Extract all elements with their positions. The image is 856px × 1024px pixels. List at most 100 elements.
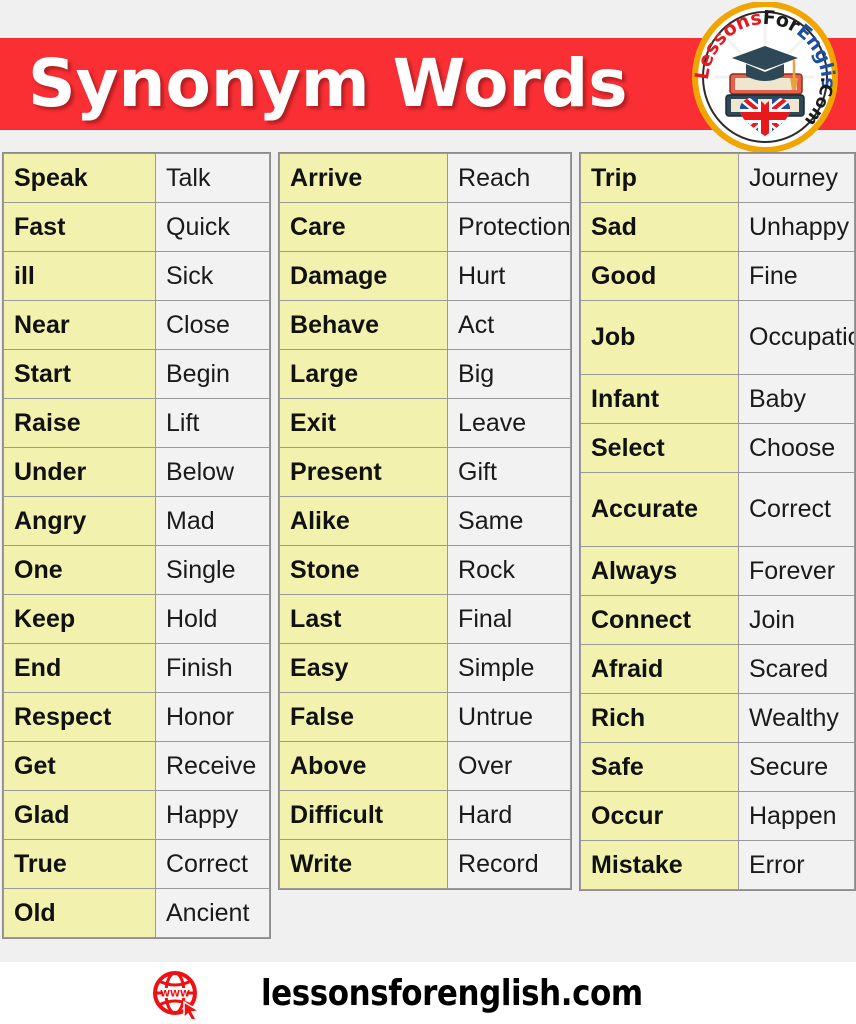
- synonym-cell: Act: [447, 300, 571, 350]
- table-row: Keep Hold: [3, 594, 271, 644]
- table-row: Accurate Correct: [580, 472, 856, 547]
- word-cell: Get: [3, 741, 156, 791]
- table-row: Respect Honor: [3, 692, 271, 742]
- synonym-cell: Correct: [154, 839, 271, 889]
- synonym-cell: Receive: [154, 741, 271, 791]
- word-cell: Mistake: [580, 840, 739, 890]
- word-cell: Exit: [279, 398, 449, 448]
- synonym-cell: Leave: [447, 398, 571, 448]
- word-cell: Select: [580, 423, 739, 473]
- table-row: Good Fine: [580, 251, 856, 301]
- word-cell: Infant: [580, 374, 739, 424]
- word-cell: Fast: [3, 202, 156, 252]
- synonym-cell: Secure: [737, 742, 856, 792]
- table-row: Rich Wealthy: [580, 693, 856, 743]
- synonym-cell: Hold: [154, 594, 271, 644]
- table-row: Infant Baby: [580, 374, 856, 424]
- synonym-column-3: Trip Journey Sad Unhappy Good Fine Job Occupati…: [579, 152, 856, 891]
- synonym-table-1: Speak Talk Fast Quick ill Sick Near Close Start B…: [3, 153, 271, 938]
- table-row: Arrive Reach: [279, 153, 571, 203]
- table-row: Above Over: [279, 741, 571, 791]
- page-title: Synonym Words: [28, 45, 628, 122]
- synonym-cell: Big: [447, 349, 571, 399]
- synonym-cell: Same: [447, 496, 571, 546]
- table-row: Mistake Error: [580, 840, 856, 890]
- table-row: Present Gift: [279, 447, 571, 497]
- word-cell: Behave: [279, 300, 449, 350]
- table-row: Alike Same: [279, 496, 571, 546]
- synonym-cell: Mad: [154, 496, 271, 546]
- table-row: Behave Act: [279, 300, 571, 350]
- table-row: Care Protection: [279, 202, 571, 252]
- svg-text:WWW: WWW: [160, 990, 190, 1000]
- word-cell: Present: [279, 447, 449, 497]
- synonym-cell: Reach: [447, 153, 571, 203]
- word-cell: Large: [279, 349, 449, 399]
- word-cell: Keep: [3, 594, 156, 644]
- word-cell: Afraid: [580, 644, 739, 694]
- table-row: Last Final: [279, 594, 571, 644]
- word-cell: Raise: [3, 398, 156, 448]
- page-header: Synonym Words LessonsForEnglis .Com: [0, 0, 856, 153]
- synonym-cell: Simple: [447, 643, 571, 693]
- word-cell: Start: [3, 349, 156, 399]
- table-row: Afraid Scared: [580, 644, 856, 694]
- synonym-cell: Baby: [737, 374, 856, 424]
- word-cell: Alike: [279, 496, 449, 546]
- synonym-cell: Hard: [447, 790, 571, 840]
- synonym-cell: Unhappy: [737, 202, 856, 252]
- synonym-cell: Record: [447, 839, 571, 889]
- synonym-cell: Lift: [154, 398, 271, 448]
- table-body-3: Trip Journey Sad Unhappy Good Fine Job Occupati…: [580, 153, 856, 890]
- synonym-cell: Correct: [737, 472, 856, 547]
- synonym-cell: Close: [154, 300, 271, 350]
- table-body-1: Speak Talk Fast Quick ill Sick Near Close Start B…: [3, 153, 271, 938]
- word-cell: Rich: [580, 693, 739, 743]
- table-row: Sad Unhappy: [580, 202, 856, 252]
- table-row: Trip Journey: [580, 153, 856, 203]
- word-cell: Connect: [580, 595, 739, 645]
- table-row: Occur Happen: [580, 791, 856, 841]
- table-row: Damage Hurt: [279, 251, 571, 301]
- table-row: Safe Secure: [580, 742, 856, 792]
- word-cell: Difficult: [279, 790, 449, 840]
- word-cell: Safe: [580, 742, 739, 792]
- word-cell: Angry: [3, 496, 156, 546]
- word-cell: False: [279, 692, 449, 742]
- table-row: True Correct: [3, 839, 271, 889]
- word-cell: Write: [279, 839, 449, 889]
- synonym-cell: Untrue: [447, 692, 571, 742]
- word-cell: End: [3, 643, 156, 693]
- word-cell: Glad: [3, 790, 156, 840]
- synonym-cell: Talk: [154, 153, 271, 203]
- table-row: False Untrue: [279, 692, 571, 742]
- table-row: Glad Happy: [3, 790, 271, 840]
- synonym-cell: Forever: [737, 546, 856, 596]
- word-cell: Always: [580, 546, 739, 596]
- table-row: Speak Talk: [3, 153, 271, 203]
- page-footer: WWW lessonsforenglish.com: [0, 962, 856, 1024]
- footer-site-url[interactable]: lessonsforenglish.com: [261, 973, 643, 1014]
- synonym-cell: Scared: [737, 644, 856, 694]
- word-cell: Respect: [3, 692, 156, 742]
- synonym-cell: Begin: [154, 349, 271, 399]
- table-row: Fast Quick: [3, 202, 271, 252]
- synonym-cell: Ancient: [154, 888, 271, 938]
- synonym-table-board: Speak Talk Fast Quick ill Sick Near Close Start B…: [0, 152, 856, 962]
- synonym-cell: Hurt: [447, 251, 571, 301]
- www-globe-cursor-icon: WWW: [151, 967, 203, 1019]
- table-row: Under Below: [3, 447, 271, 497]
- synonym-cell: Wealthy: [737, 693, 856, 743]
- table-row: Old Ancient: [3, 888, 271, 938]
- synonym-cell: Gift: [447, 447, 571, 497]
- table-row: Exit Leave: [279, 398, 571, 448]
- synonym-cell: Rock: [447, 545, 571, 595]
- synonym-cell: Error: [737, 840, 856, 890]
- word-cell: Old: [3, 888, 156, 938]
- word-cell: One: [3, 545, 156, 595]
- synonym-cell: Below: [154, 447, 271, 497]
- synonym-cell: Single: [154, 545, 271, 595]
- synonym-cell: Honor: [154, 692, 271, 742]
- table-body-2: Arrive Reach Care Protection Damage Hurt Behav…: [279, 153, 571, 889]
- word-cell: Last: [279, 594, 449, 644]
